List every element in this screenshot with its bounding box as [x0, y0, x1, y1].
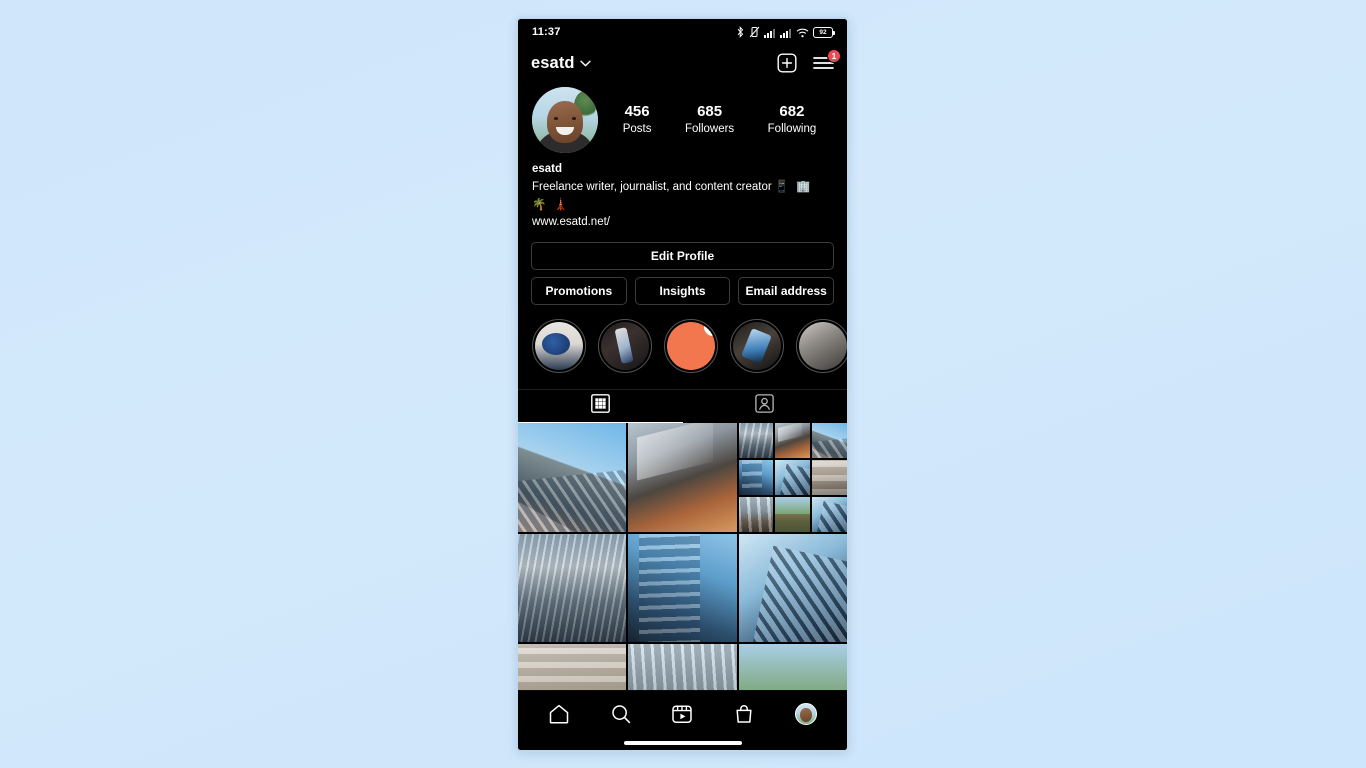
edit-profile-button[interactable]: Edit Profile	[531, 242, 834, 271]
grid-post[interactable]	[738, 533, 847, 643]
posts-count: 456	[624, 103, 650, 121]
home-icon[interactable]	[548, 703, 570, 725]
display-name: esatd	[532, 163, 563, 175]
highlight-cover-image	[799, 322, 847, 371]
following-count: 682	[779, 103, 805, 121]
followers-count: 685	[697, 103, 723, 121]
profile-tabs	[518, 389, 848, 424]
search-icon[interactable]	[610, 703, 632, 725]
grid-post[interactable]	[738, 644, 847, 690]
posts-label: Posts	[622, 122, 652, 135]
highlight-ring	[664, 319, 718, 374]
grid-post[interactable]	[628, 644, 737, 690]
photo-grid	[518, 423, 847, 690]
home-indicator-bar	[623, 741, 742, 745]
avatar[interactable]	[532, 87, 598, 153]
highlight-cover-image	[601, 322, 649, 371]
header-actions: 1	[777, 49, 841, 73]
email-address-button[interactable]: Email address	[738, 277, 835, 306]
followers-label: Followers	[684, 122, 735, 135]
tagged-person-icon	[755, 394, 775, 418]
grid-post[interactable]	[518, 533, 627, 643]
grid-post[interactable]	[738, 423, 847, 532]
phone-screen: 11:37 92 esatd 1 456 Posts 685 Followers…	[518, 19, 847, 750]
stat-following[interactable]: 682 Following	[768, 103, 817, 137]
status-bar: 11:37 92	[518, 19, 847, 45]
hamburger-menu-icon[interactable]: 1	[813, 49, 841, 71]
highlight-cover-image	[733, 322, 781, 371]
status-time: 11:37	[532, 26, 561, 38]
highlight-coverage[interactable]: Coverage	[532, 319, 586, 378]
highlight-ring	[730, 319, 784, 374]
grid-post[interactable]	[628, 423, 737, 532]
highlight-ring	[796, 319, 847, 374]
grid-post[interactable]	[518, 423, 627, 532]
secondary-actions-row: Promotions Insights Email address	[531, 277, 835, 306]
bio-description: Freelance writer, journalist, and conten…	[532, 180, 772, 193]
profile-stats: 456 Posts 685 Followers 682 Following	[598, 103, 833, 137]
profile-bio: esatd Freelance writer, journalist, and …	[518, 153, 847, 232]
website-link[interactable]: www.esatd.net/	[532, 214, 833, 232]
tab-grid[interactable]	[518, 390, 683, 424]
phone-mockup: 11:37 92 esatd 1 456 Posts 685 Followers…	[516, 17, 849, 752]
bluetooth-icon	[736, 26, 745, 38]
highlight-cover-image	[667, 322, 715, 371]
home-indicator	[518, 736, 847, 750]
shop-bag-icon[interactable]	[733, 703, 755, 725]
vibrate-icon	[749, 26, 760, 38]
username-dropdown[interactable]: esatd	[531, 54, 591, 73]
highlight-tech-1[interactable]: Tech	[598, 319, 652, 378]
grid-icon	[590, 394, 610, 418]
highlight-ring	[532, 319, 586, 374]
signal-icon	[764, 27, 776, 38]
grid-post[interactable]	[628, 533, 737, 643]
profile-avatar-icon[interactable]	[795, 702, 818, 725]
stat-followers[interactable]: 685 Followers	[685, 103, 734, 137]
plus-square-icon[interactable]	[777, 53, 797, 73]
highlight-random[interactable]: random	[664, 319, 718, 378]
reels-icon[interactable]	[671, 703, 693, 725]
tab-tagged[interactable]	[683, 390, 848, 423]
app-header: esatd 1	[518, 45, 847, 81]
bottom-navigation	[518, 690, 847, 736]
collage-thumbnail	[738, 423, 847, 532]
menu-notification-badge: 1	[827, 49, 841, 63]
highlight-tech-2[interactable]: Tech	[730, 319, 784, 378]
stat-posts[interactable]: 456 Posts	[623, 103, 652, 137]
profile-header: 456 Posts 685 Followers 682 Following	[518, 81, 847, 153]
insights-button[interactable]: Insights	[634, 277, 731, 306]
highlight-cover-image	[535, 322, 583, 371]
chevron-down-icon	[579, 60, 591, 70]
grid-post[interactable]	[518, 644, 627, 690]
highlight-ring	[598, 319, 652, 374]
highlight-partial[interactable]	[796, 319, 847, 379]
bio-text: Freelance writer, journalist, and conten…	[532, 179, 833, 215]
following-label: Following	[767, 122, 817, 135]
profile-actions: Edit Profile Promotions Insights Email a…	[518, 232, 847, 306]
wifi-icon	[796, 27, 809, 38]
signal-icon	[780, 27, 792, 38]
battery-icon: 92	[813, 26, 835, 38]
status-icons: 92	[736, 26, 835, 38]
story-highlights[interactable]: Coverage Tech random Tech	[518, 305, 847, 379]
promotions-button[interactable]: Promotions	[531, 277, 627, 306]
username-label: esatd	[531, 53, 575, 72]
